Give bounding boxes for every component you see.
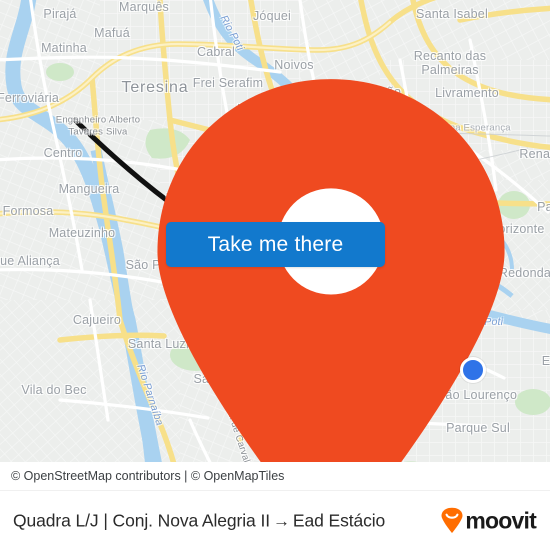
destination-dot[interactable] (460, 357, 486, 383)
map-attribution: © OpenStreetMap contributors | © OpenMap… (0, 462, 550, 490)
take-me-there-button[interactable]: Take me there (166, 222, 385, 267)
route-destination-label: Ead Estácio (292, 510, 386, 530)
origin-pin[interactable] (56, 73, 505, 490)
moovit-pin-icon (441, 507, 463, 533)
route-origin-label: Quadra L/J | Conj. Nova Alegria II (13, 510, 270, 530)
moovit-wordmark: moovit (465, 507, 536, 533)
attribution-text[interactable]: © OpenStreetMap contributors | © OpenMap… (11, 469, 284, 483)
moovit-logo[interactable]: moovit (440, 507, 537, 534)
arrow-right-icon: → (272, 511, 290, 530)
route-summary: Quadra L/J | Conj. Nova Alegria II → Ead E… (13, 510, 385, 531)
map-canvas[interactable]: Pirajá Marquês Jóquei Santa Isabel Matinha Ma… (0, 0, 550, 490)
route-footer: Quadra L/J | Conj. Nova Alegria II → Ead E… (0, 490, 550, 550)
moovit-route-screenshot: Pirajá Marquês Jóquei Santa Isabel Matinha Ma… (0, 0, 550, 550)
